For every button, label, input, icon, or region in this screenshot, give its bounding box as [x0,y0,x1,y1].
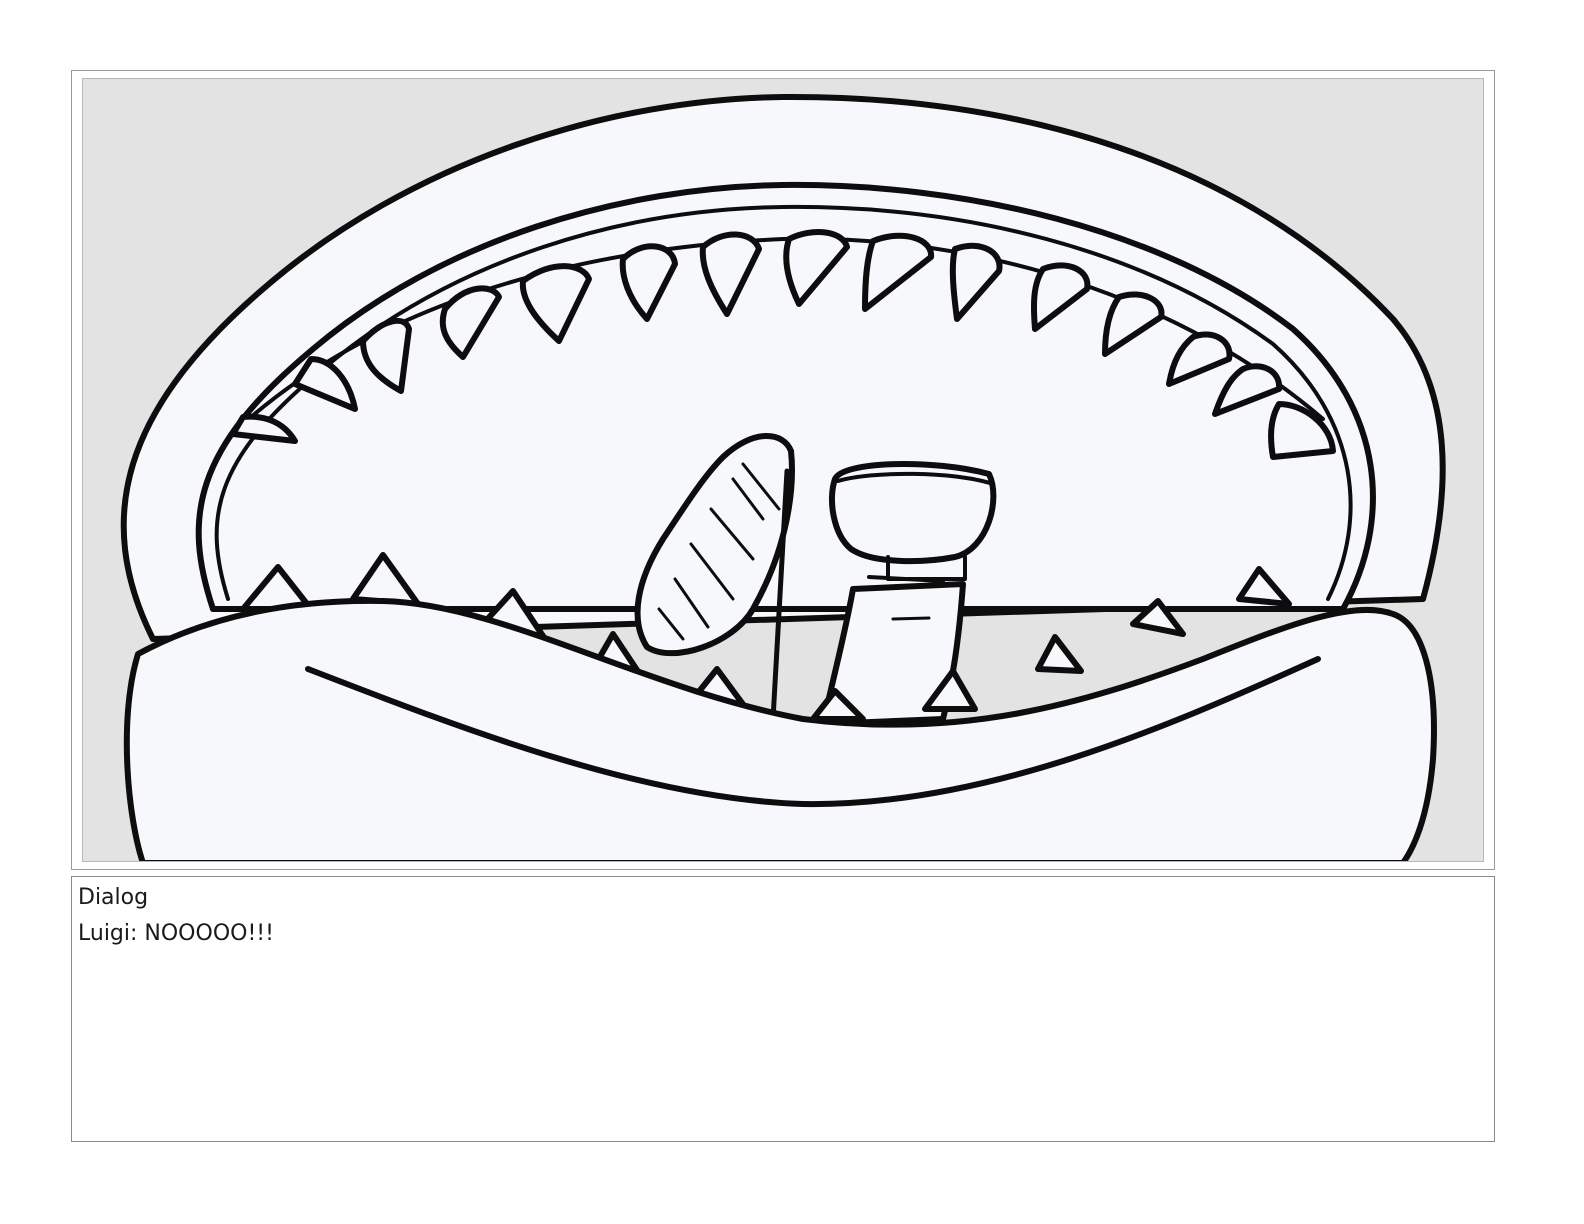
dialog-line: Luigi: NOOOOO!!! [78,921,274,946]
storyboard-panel [82,78,1484,862]
dialog-box: Dialog Luigi: NOOOOO!!! [71,876,1495,1142]
dialog-heading: Dialog [78,885,149,910]
monster-mouth-icon [120,93,1446,861]
storyboard-panel-frame [71,70,1495,870]
